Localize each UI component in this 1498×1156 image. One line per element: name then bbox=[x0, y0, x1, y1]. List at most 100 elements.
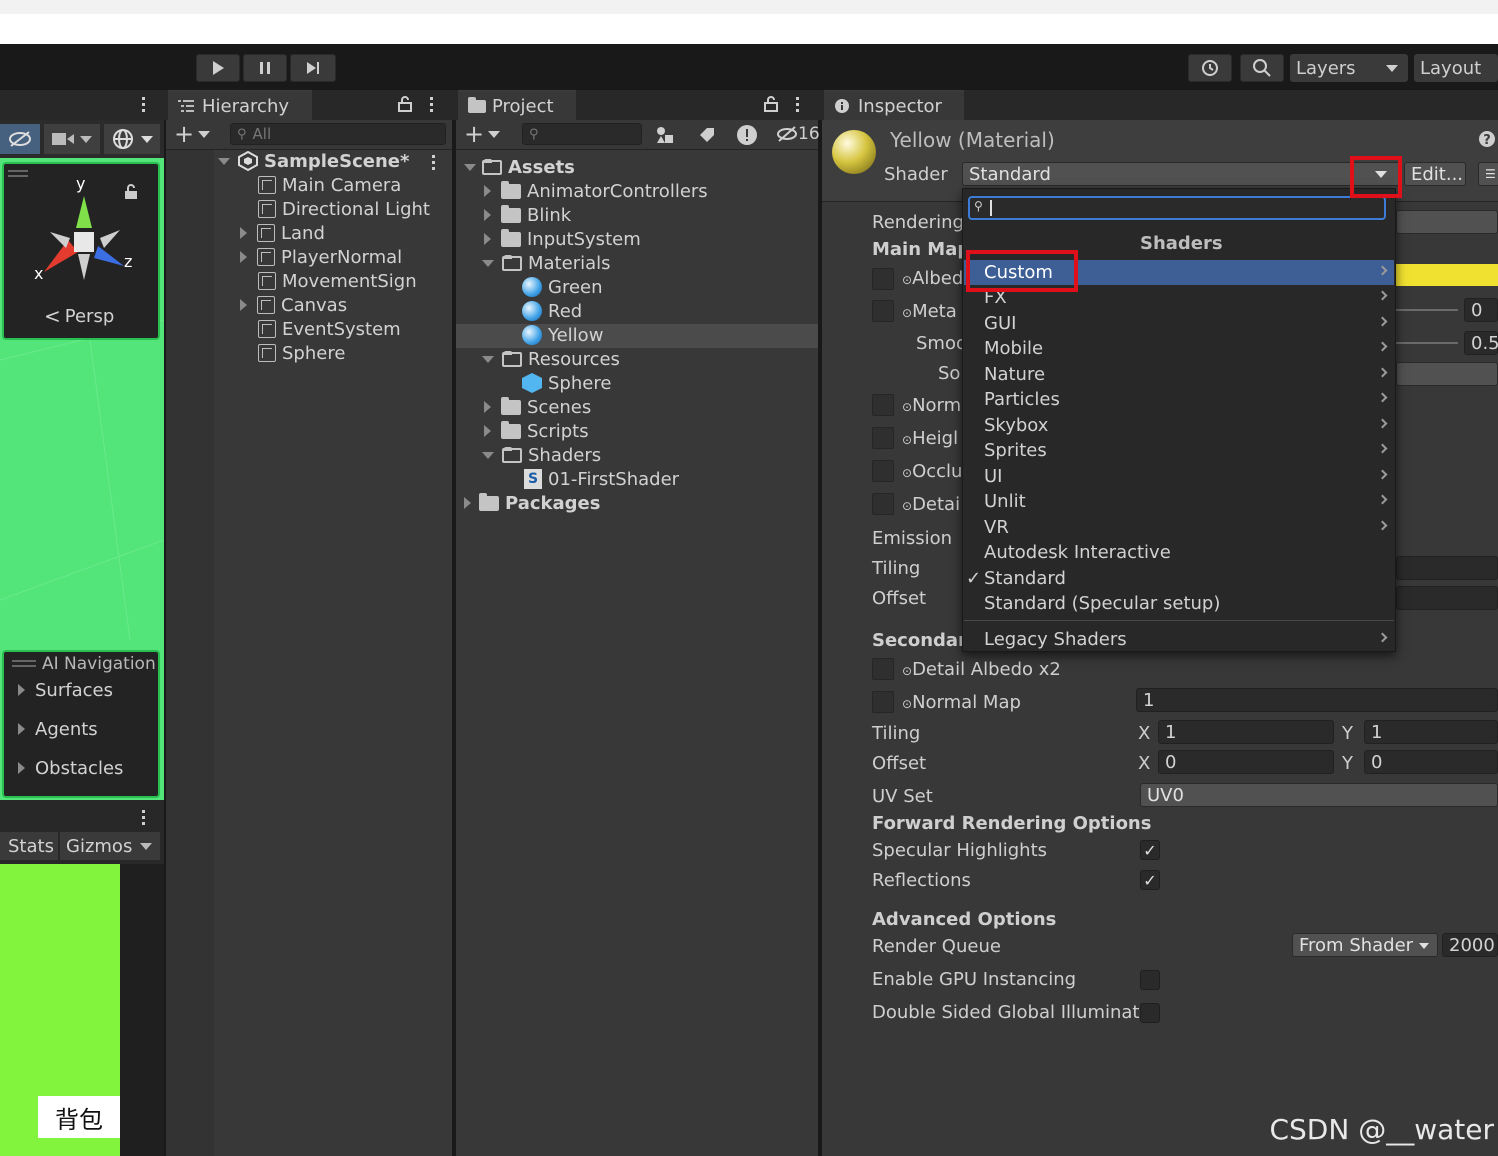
gizmo-dropdown[interactable] bbox=[104, 124, 160, 154]
shader-menu-item-standard[interactable]: ✓ Standard bbox=[964, 566, 1394, 591]
double-sided-gi-checkbox[interactable] bbox=[1140, 1003, 1160, 1023]
detail-mask-texture-slot[interactable] bbox=[872, 493, 894, 515]
camera-dropdown[interactable] bbox=[44, 124, 100, 154]
project-root-packages[interactable]: Packages bbox=[464, 491, 600, 515]
tiling-y-field[interactable]: 1 bbox=[1364, 720, 1498, 744]
shader-menu-item-standard-specular[interactable]: Standard (Specular setup) bbox=[964, 591, 1394, 616]
project-folder[interactable]: InputSystem bbox=[484, 227, 641, 251]
project-material-selected[interactable]: Yellow bbox=[522, 323, 603, 347]
shader-options-button[interactable]: ☰ bbox=[1478, 162, 1498, 186]
shader-menu-item-ui[interactable]: UI bbox=[964, 464, 1394, 489]
hierarchy-item[interactable]: Directional Light bbox=[258, 197, 430, 221]
visibility-toggle[interactable] bbox=[0, 124, 40, 154]
shader-menu-item-nature[interactable]: Nature bbox=[964, 362, 1394, 387]
source-dropdown[interactable] bbox=[1396, 362, 1498, 386]
lock-icon[interactable] bbox=[764, 96, 778, 112]
project-shader[interactable]: S 01-FirstShader bbox=[524, 467, 679, 491]
shader-menu-item-mobile[interactable]: Mobile bbox=[964, 336, 1394, 361]
project-menu-icon[interactable] bbox=[796, 97, 800, 115]
play-button[interactable] bbox=[196, 54, 240, 82]
reflections-checkbox[interactable]: ✓ bbox=[1140, 870, 1160, 890]
render-queue-dropdown[interactable]: From Shader bbox=[1292, 933, 1438, 957]
height-texture-slot[interactable] bbox=[872, 427, 894, 449]
shader-menu-item-gui[interactable]: GUI bbox=[964, 311, 1394, 336]
shader-dropdown[interactable]: Standard bbox=[962, 162, 1400, 186]
smoothness-slider[interactable] bbox=[1396, 342, 1458, 344]
shader-menu-item-particles[interactable]: Particles bbox=[964, 387, 1394, 412]
hierarchy-item[interactable]: MovementSign bbox=[258, 269, 417, 293]
normal-map-scale-field[interactable]: 1 bbox=[1136, 688, 1498, 712]
project-folder[interactable]: Blink bbox=[484, 203, 571, 227]
albedo-texture-slot[interactable] bbox=[872, 268, 894, 290]
hidden-packages-toggle[interactable]: 16 bbox=[776, 124, 820, 144]
shader-menu-item-vr[interactable]: VR bbox=[964, 515, 1394, 540]
hierarchy-item[interactable]: EventSystem bbox=[258, 317, 401, 341]
detail-albedo-texture-slot[interactable] bbox=[872, 658, 894, 680]
game-menu-icon[interactable] bbox=[142, 810, 146, 828]
pause-button[interactable] bbox=[243, 54, 287, 82]
create-button[interactable]: + bbox=[464, 122, 501, 146]
metallic-texture-slot[interactable] bbox=[872, 300, 894, 322]
tab-hierarchy[interactable]: Hierarchy bbox=[168, 90, 312, 120]
occlusion-texture-slot[interactable] bbox=[872, 460, 894, 482]
specular-highlights-checkbox[interactable]: ✓ bbox=[1140, 840, 1160, 860]
albedo-color-swatch[interactable] bbox=[1396, 264, 1498, 286]
project-search-input[interactable]: ⚲ bbox=[522, 123, 642, 145]
step-button[interactable] bbox=[290, 54, 336, 82]
project-folder[interactable]: Scenes bbox=[484, 395, 591, 419]
tab-project[interactable]: Project bbox=[458, 90, 576, 120]
history-button[interactable] bbox=[1188, 54, 1232, 82]
ai-nav-item[interactable]: Surfaces bbox=[18, 678, 113, 702]
project-folder[interactable]: Shaders bbox=[482, 443, 601, 467]
persp-toggle[interactable]: < Persp bbox=[44, 304, 114, 328]
smoothness-value-field[interactable]: 0.5 bbox=[1464, 331, 1498, 355]
shader-menu-item-legacy[interactable]: Legacy Shaders bbox=[964, 627, 1394, 652]
edit-shader-button[interactable]: Edit... bbox=[1404, 162, 1466, 186]
metallic-slider[interactable] bbox=[1396, 309, 1458, 311]
scene-root-row[interactable]: SampleScene* bbox=[218, 149, 409, 173]
shader-menu-item-sprites[interactable]: Sprites bbox=[964, 438, 1394, 463]
tab-inspector[interactable]: Inspector bbox=[824, 90, 964, 120]
type-filter-icon[interactable] bbox=[656, 126, 674, 144]
hierarchy-item[interactable]: Land bbox=[240, 221, 325, 245]
orientation-gizmo[interactable]: y x z < Persp bbox=[2, 162, 160, 340]
project-root-assets[interactable]: Assets bbox=[464, 155, 575, 179]
layers-dropdown[interactable]: Layers bbox=[1290, 54, 1408, 82]
project-material[interactable]: Red bbox=[522, 299, 582, 323]
ai-nav-item[interactable]: Obstacles bbox=[18, 756, 123, 780]
metallic-value-field[interactable]: 0 bbox=[1464, 298, 1498, 322]
shader-menu-item-unlit[interactable]: Unlit bbox=[964, 489, 1394, 514]
shader-search-input[interactable]: ⚲ bbox=[968, 196, 1386, 220]
offset-y-field[interactable]: 0 bbox=[1364, 750, 1498, 774]
project-folder[interactable]: Scripts bbox=[484, 419, 589, 443]
project-prefab[interactable]: Sphere bbox=[522, 371, 611, 395]
render-queue-value-field[interactable]: 2000 bbox=[1442, 933, 1498, 957]
hierarchy-item[interactable]: Canvas bbox=[240, 293, 347, 317]
scene-menu-icon[interactable] bbox=[142, 97, 146, 115]
detail-normal-texture-slot[interactable] bbox=[872, 691, 894, 713]
hierarchy-item[interactable]: Main Camera bbox=[258, 173, 401, 197]
gizmos-dropdown[interactable]: Gizmos bbox=[60, 832, 160, 860]
help-icon[interactable]: ? bbox=[1478, 130, 1496, 148]
normal-texture-slot[interactable] bbox=[872, 394, 894, 416]
uv-set-dropdown[interactable]: UV0 bbox=[1140, 783, 1498, 807]
tiling-field[interactable] bbox=[1396, 556, 1498, 580]
label-filter-icon[interactable] bbox=[698, 126, 716, 144]
project-material[interactable]: Green bbox=[522, 275, 603, 299]
tiling-x-field[interactable]: 1 bbox=[1158, 720, 1334, 744]
drag-handle[interactable] bbox=[8, 170, 28, 172]
search-button[interactable] bbox=[1240, 54, 1284, 82]
hierarchy-item[interactable]: Sphere bbox=[258, 341, 345, 365]
ai-nav-item[interactable]: Agents bbox=[18, 717, 98, 741]
project-folder[interactable]: Materials bbox=[482, 251, 611, 275]
hierarchy-search-input[interactable]: ⚲ All bbox=[230, 123, 446, 145]
backpack-button[interactable]: 背包 bbox=[38, 1096, 120, 1138]
shader-menu-item-skybox[interactable]: Skybox bbox=[964, 413, 1394, 438]
drag-handle[interactable] bbox=[12, 660, 36, 662]
layout-dropdown[interactable]: Layout bbox=[1414, 54, 1498, 82]
lock-icon[interactable] bbox=[398, 96, 412, 112]
offset-field[interactable] bbox=[1396, 586, 1498, 610]
project-folder[interactable]: AnimatorControllers bbox=[484, 179, 708, 203]
create-button[interactable]: + bbox=[174, 122, 211, 146]
stats-button[interactable]: Stats bbox=[0, 832, 58, 860]
